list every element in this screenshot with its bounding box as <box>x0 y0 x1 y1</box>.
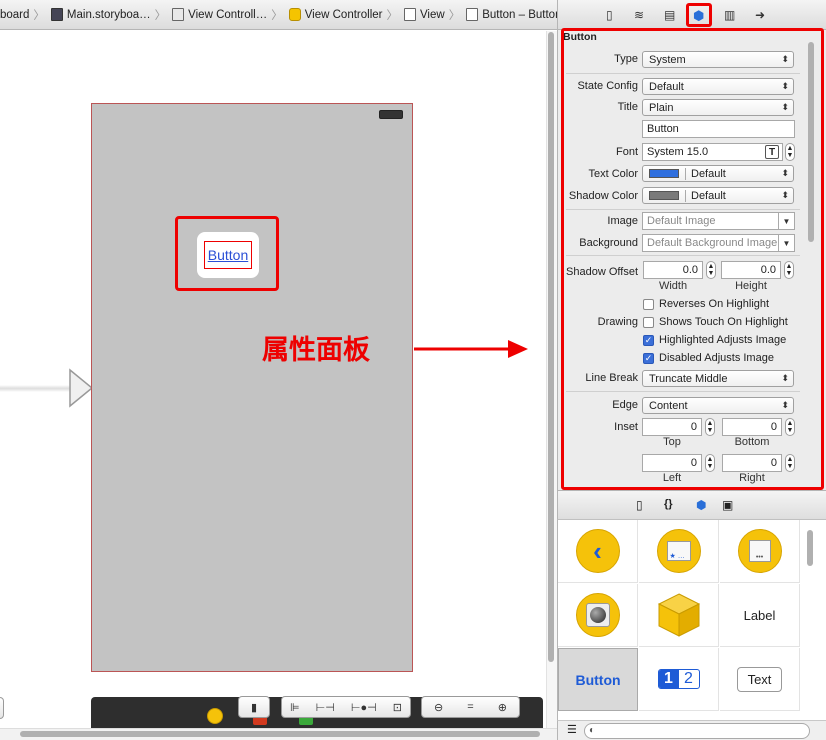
button-item[interactable]: Button <box>558 648 638 711</box>
object-library: ‹ ★ … ••• Label Button 12 Text <box>557 520 826 720</box>
cube-icon <box>657 593 700 637</box>
library-filter-field[interactable]: ◐ <box>584 723 810 739</box>
crumb-view[interactable]: View 〉 <box>398 0 461 29</box>
view-controller-dock-icon[interactable] <box>207 708 223 724</box>
auto-layout-controls: ⊫ ⊢⊣ ⊢●⊣ ⊡ <box>281 696 411 718</box>
align-icon[interactable]: ⊫ <box>290 701 300 714</box>
canvas-horizontal-scroll-thumb[interactable] <box>20 731 540 737</box>
button-object-icon <box>466 8 479 21</box>
storyboard-file-icon <box>50 8 63 21</box>
crumb-storyboard-partial[interactable]: board 〉 <box>0 0 45 29</box>
file-template-library-icon[interactable]: ▯ <box>636 498 643 512</box>
object-library-icon[interactable]: ⬢ <box>696 498 706 512</box>
page-view-controller-item[interactable]: ••• <box>720 520 800 583</box>
glkit-view-controller-icon <box>575 593 620 637</box>
pin-icon[interactable]: ⊢⊣ <box>316 701 335 714</box>
crumb-view-controller[interactable]: View Controller 〉 <box>283 0 398 29</box>
zoom-controls: ⊖ = ⊕ <box>421 696 520 718</box>
file-inspector-icon[interactable]: ▯ <box>606 8 613 22</box>
navigation-controller-item[interactable]: ‹ <box>558 520 638 583</box>
selected-tab-highlight <box>686 3 712 27</box>
quick-help-icon[interactable]: ≋ <box>634 8 644 22</box>
attributes-panel-annotation: 属性面板 <box>262 335 370 365</box>
resolve-icon[interactable]: ⊢●⊣ <box>351 701 377 714</box>
code-snippet-library-icon[interactable]: {} <box>664 498 673 510</box>
library-scroll-thumb[interactable] <box>807 530 813 566</box>
crumb-button[interactable]: Button – Button <box>460 0 557 29</box>
battery-icon <box>379 110 403 119</box>
crumb-view-controller-scene[interactable]: View Controll… 〉 <box>166 0 283 29</box>
list-view-icon[interactable]: ☰ <box>567 723 577 736</box>
canvas-vertical-scroll-thumb[interactable] <box>548 32 554 662</box>
phone-icon: ▮ <box>250 701 258 714</box>
chevron-right-icon: 〉 <box>33 9 45 22</box>
chevron-right-icon: 〉 <box>271 9 283 22</box>
scene-icon <box>172 8 185 21</box>
canvas-button[interactable]: Button <box>204 241 252 269</box>
back-chevron-icon: ‹ <box>575 529 620 573</box>
annotation-arrow-icon <box>414 340 528 358</box>
chevron-right-icon: 〉 <box>448 9 461 22</box>
inspector-highlight-box <box>561 28 824 490</box>
tab-bar-controller-item[interactable]: ★ … <box>639 520 719 583</box>
chevron-right-icon: 〉 <box>386 9 398 22</box>
outline-toggle-button[interactable] <box>0 697 4 719</box>
segmented-control-item[interactable]: 12 <box>639 648 719 711</box>
text-field-item[interactable]: Text <box>720 648 800 711</box>
segmented-control-icon: 12 <box>657 669 700 689</box>
label-item[interactable]: Label <box>720 584 800 647</box>
page-view-controller-icon: ••• <box>737 529 782 573</box>
initial-vc-arrow-line <box>0 385 72 392</box>
identity-inspector-icon[interactable]: ▤ <box>664 8 675 22</box>
glkit-view-controller-item[interactable] <box>558 584 638 647</box>
crumb-main-storyboard[interactable]: Main.storyboa… 〉 <box>45 0 167 29</box>
zoom-out-icon[interactable]: ⊖ <box>434 701 443 714</box>
chevron-right-icon: 〉 <box>154 9 167 22</box>
jump-bar: board 〉 Main.storyboa… 〉 View Controll… 〉 V… <box>0 0 557 30</box>
resizing-icon[interactable]: ⊡ <box>393 701 402 714</box>
object-item[interactable] <box>639 584 719 647</box>
view-controller-view[interactable] <box>91 103 413 672</box>
media-library-icon[interactable]: ▣ <box>722 498 733 512</box>
zoom-actual-icon[interactable]: = <box>467 701 473 713</box>
library-tab-bar: ▯ {} ⬢ ▣ <box>557 490 826 520</box>
size-class-button[interactable]: ▮ <box>238 696 270 718</box>
view-icon <box>403 8 416 21</box>
filter-icon: ◐ <box>589 725 596 736</box>
tab-bar-controller-icon: ★ … <box>656 529 701 573</box>
view-controller-icon <box>288 8 301 21</box>
connections-inspector-icon[interactable]: ➜ <box>755 8 765 22</box>
size-inspector-icon[interactable]: ▥ <box>724 8 735 22</box>
zoom-in-icon[interactable]: ⊕ <box>498 701 507 714</box>
